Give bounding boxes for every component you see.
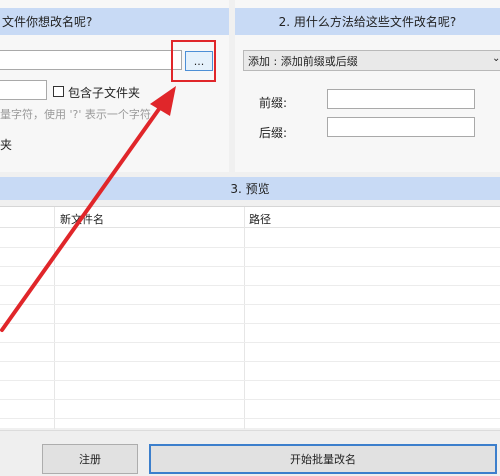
red-arrow-icon bbox=[0, 86, 176, 332]
